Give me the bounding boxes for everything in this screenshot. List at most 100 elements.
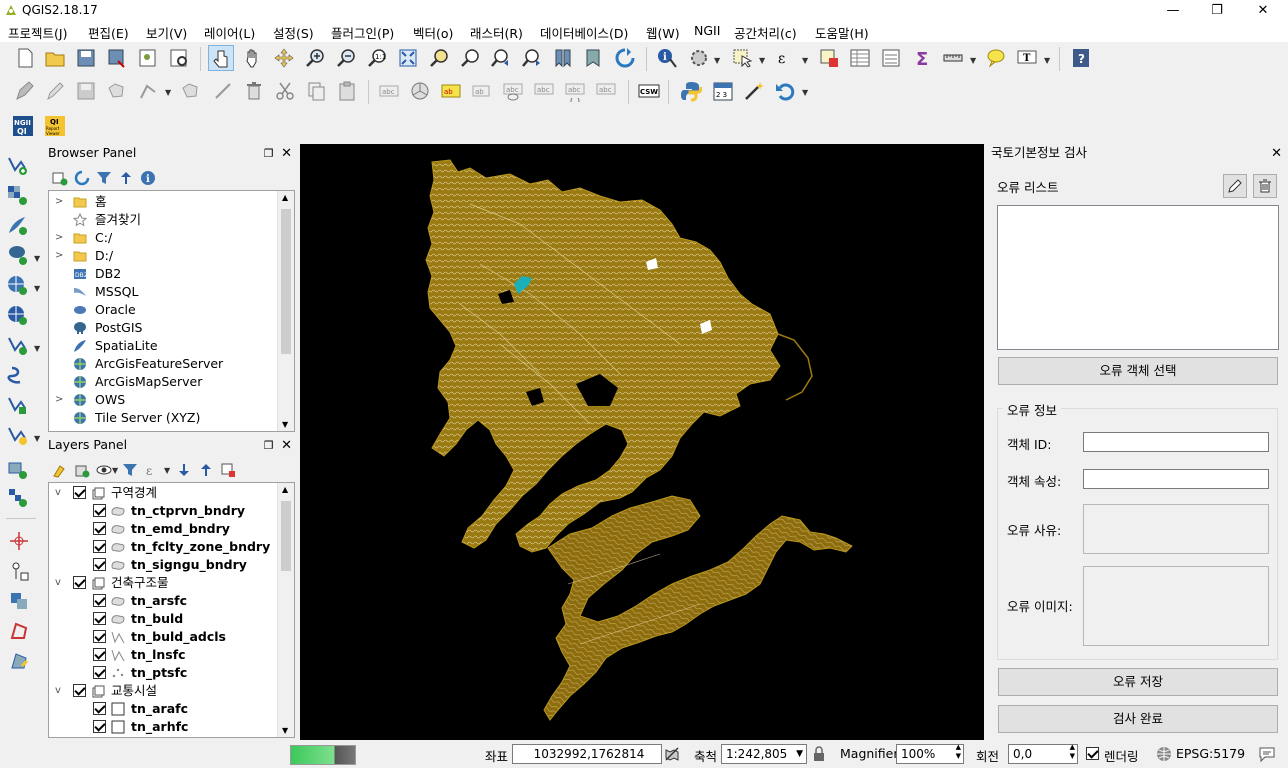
layer-visibility-checkbox[interactable] (93, 540, 106, 553)
statistical-summary-icon[interactable]: Σ (909, 45, 935, 71)
complete-inspection-button[interactable]: 검사 완료 (998, 705, 1278, 733)
menu-settings[interactable]: 설정(S) (273, 23, 314, 42)
browser-item[interactable]: DB2 DB2 (49, 265, 277, 283)
browser-item[interactable]: > D:/ (49, 247, 277, 265)
add-wcs-layer-icon[interactable] (4, 302, 30, 328)
attribute-table-icon[interactable] (847, 45, 873, 71)
layer-row[interactable]: tn_arhfc (49, 718, 277, 736)
render-checkbox[interactable] (1086, 747, 1099, 760)
menu-processing[interactable]: 공간처리(c) (734, 23, 797, 42)
close-button[interactable]: ✕ (1240, 0, 1286, 22)
collapse-all-icon[interactable] (198, 462, 214, 478)
paste-features-icon[interactable] (334, 78, 360, 104)
add-geometry-layer-icon[interactable] (4, 456, 30, 482)
layer-row[interactable]: >tn_emd_bndry (49, 520, 277, 538)
new-project-icon[interactable] (12, 45, 38, 71)
remove-layer-icon[interactable] (220, 462, 236, 478)
layer-row[interactable]: >tn_ctprvn_bndry (49, 502, 277, 520)
open-project-icon[interactable] (42, 45, 68, 71)
add-spatialite-layer-icon[interactable] (4, 212, 30, 238)
browser-item[interactable]: Tile Server (XYZ) (49, 409, 277, 427)
add-postgis-layer-icon[interactable] (4, 242, 30, 268)
chevron-right-icon[interactable]: > (55, 229, 63, 247)
zoom-last-icon[interactable] (488, 45, 514, 71)
edit-tool-icon[interactable] (6, 648, 32, 674)
deselect-all-icon[interactable] (816, 45, 842, 71)
filter-legend-icon[interactable] (122, 462, 138, 478)
edits-pencil-icon[interactable] (12, 78, 38, 104)
layer-visibility-checkbox[interactable] (93, 630, 106, 643)
object-id-field[interactable] (1083, 432, 1269, 452)
zoom-native-icon[interactable]: 1:1 (364, 45, 390, 71)
rotate-label-icon[interactable]: abc (562, 78, 588, 104)
zoom-out-icon[interactable] (333, 45, 359, 71)
browser-item[interactable]: Oracle (49, 301, 277, 319)
layer-visibility-checkbox[interactable] (93, 720, 106, 733)
layer-visibility-checkbox[interactable] (73, 576, 86, 589)
layer-visibility-checkbox[interactable] (73, 486, 86, 499)
zoom-to-selection-icon[interactable] (426, 45, 452, 71)
manage-themes-icon[interactable] (96, 462, 112, 478)
print-composer-icon[interactable] (135, 45, 161, 71)
crosshair-icon[interactable] (6, 528, 32, 554)
point-digitize-icon[interactable] (6, 558, 32, 584)
add-group-icon[interactable] (74, 462, 90, 478)
browser-item[interactable]: ArcGisMapServer (49, 373, 277, 391)
float-panel-icon[interactable]: ❐ (264, 147, 274, 160)
layer-row[interactable]: >tn_arsfc (49, 592, 277, 610)
node-tool-icon[interactable] (135, 78, 161, 104)
qi-report-viewer-icon[interactable]: QI Report Viewer (42, 113, 68, 139)
float-panel-icon[interactable]: ❐ (264, 439, 274, 452)
maximize-button[interactable]: ❐ (1194, 0, 1240, 22)
layer-visibility-checkbox[interactable] (93, 558, 106, 571)
add-vector-layer-icon[interactable] (4, 152, 30, 178)
ngii-qi-plugin-icon[interactable]: NGII QIQI (10, 113, 36, 139)
calendar-plugin-icon[interactable]: 2 3 (710, 78, 736, 104)
coordinate-field[interactable]: 1032992,1762814 (512, 744, 662, 764)
messages-icon[interactable] (1258, 745, 1276, 763)
browser-item[interactable]: ArcGisFeatureServer (49, 355, 277, 373)
layer-visibility-checkbox[interactable] (93, 594, 106, 607)
browser-item[interactable]: > 홈 (49, 193, 277, 211)
layer-row[interactable]: >tn_fclty_zone_bndry (49, 538, 277, 556)
browser-scrollbar[interactable]: ▲ ▼ (277, 191, 294, 431)
delete-error-button[interactable] (1253, 174, 1277, 198)
layer-group-row[interactable]: v 건축구조물 (49, 574, 277, 592)
menu-plugins[interactable]: 플러그인(P) (331, 23, 394, 42)
layer-visibility-checkbox[interactable] (93, 666, 106, 679)
map-tips-icon[interactable] (983, 45, 1009, 71)
diagram-icon[interactable] (407, 78, 433, 104)
add-wfs-layer-icon[interactable] (4, 332, 30, 358)
menu-help[interactable]: 도움말(H) (815, 23, 869, 42)
chevron-down-icon[interactable]: v (55, 682, 61, 700)
layer-visibility-checkbox[interactable] (93, 504, 106, 517)
pin-labels-icon[interactable]: ab (469, 78, 495, 104)
menu-vector[interactable]: 벡터(o) (413, 23, 453, 42)
menu-raster[interactable]: 래스터(R) (470, 23, 523, 42)
toggle-editing-icon[interactable] (42, 78, 68, 104)
show-bookmarks-icon[interactable] (581, 45, 607, 71)
line-digitize-icon[interactable] (6, 588, 32, 614)
field-calculator-icon[interactable] (878, 45, 904, 71)
layer-visibility-checkbox[interactable] (93, 612, 106, 625)
error-list-box[interactable] (997, 205, 1279, 350)
show-hide-labels-icon[interactable]: abc (500, 78, 526, 104)
collapse-all-icon[interactable] (118, 170, 134, 186)
copy-features-icon[interactable] (303, 78, 329, 104)
browser-item[interactable]: PostGIS (49, 319, 277, 337)
new-shapefile-layer-icon[interactable] (4, 422, 30, 448)
change-label-icon[interactable]: abc (593, 78, 619, 104)
delete-part-icon[interactable] (210, 78, 236, 104)
add-feature-icon[interactable] (104, 78, 130, 104)
csw-icon[interactable]: CSW (636, 78, 662, 104)
new-bookmark-icon[interactable] (550, 45, 576, 71)
layer-row[interactable]: >tn_ptsfc (49, 664, 277, 682)
layer-labeling-icon[interactable]: ab (438, 78, 464, 104)
menu-layer[interactable]: 레이어(L) (204, 23, 255, 42)
layer-group-row[interactable]: v 교통시설 (49, 682, 277, 700)
zoom-to-layer-icon[interactable] (457, 45, 483, 71)
menu-web[interactable]: 웹(W) (646, 23, 680, 42)
filter-icon[interactable] (96, 170, 112, 186)
undo-icon[interactable] (772, 78, 798, 104)
add-raster-layer-icon[interactable] (4, 182, 30, 208)
